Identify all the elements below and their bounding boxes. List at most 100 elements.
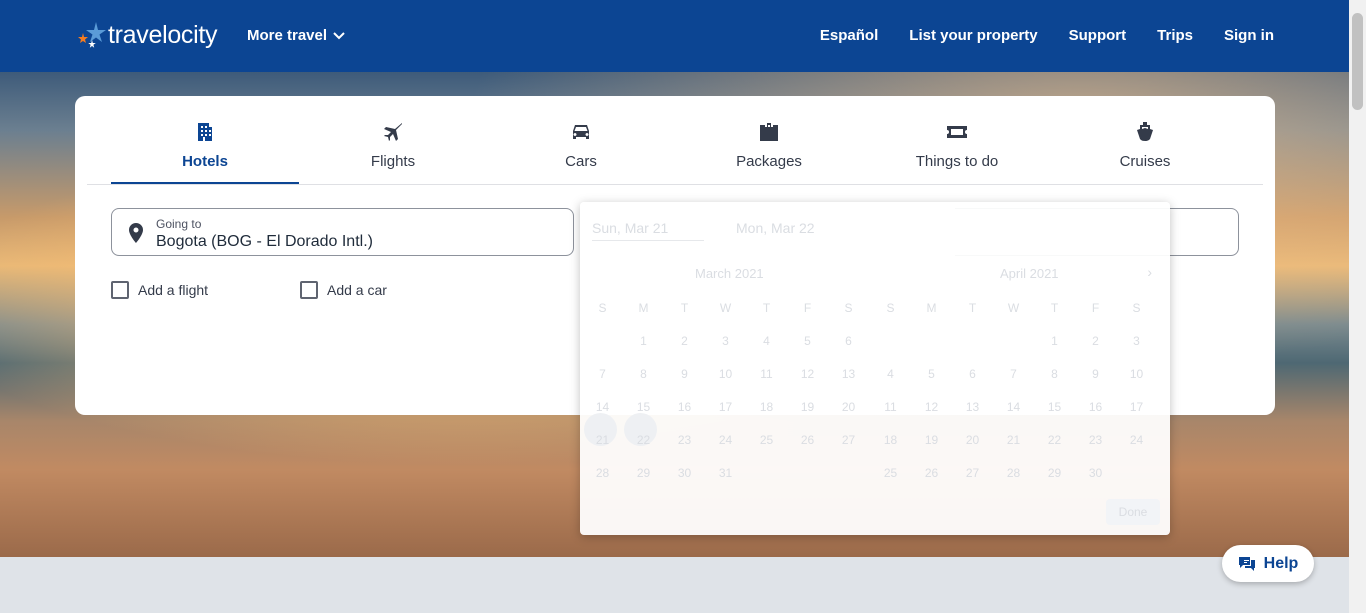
calendar-day[interactable]: 7 [582, 358, 623, 391]
end-date[interactable]: Mon, Mar 22 [736, 220, 815, 241]
calendar-day[interactable]: 8 [1034, 358, 1075, 391]
nav-trips[interactable]: Trips [1157, 27, 1193, 44]
search-tabs: Hotels Flights Cars Packages Things to d… [87, 96, 1263, 185]
calendar-day[interactable]: 24 [705, 424, 746, 457]
calendar-day[interactable]: 1 [623, 325, 664, 358]
calendar-day[interactable]: 27 [952, 457, 993, 490]
calendar-day[interactable]: 15 [623, 391, 664, 424]
tab-cars[interactable]: Cars [487, 96, 675, 184]
calendar-day[interactable]: 11 [870, 391, 911, 424]
calendar-day[interactable]: 19 [787, 391, 828, 424]
calendar-day[interactable]: 5 [911, 358, 952, 391]
calendar-day[interactable]: 22 [623, 424, 664, 457]
calendar-day[interactable]: 30 [664, 457, 705, 490]
calendar-day[interactable]: 12 [911, 391, 952, 424]
calendar-day[interactable]: 26 [911, 457, 952, 490]
calendar-day[interactable]: 17 [705, 391, 746, 424]
calendar-day[interactable]: 23 [1075, 424, 1116, 457]
chat-icon [1238, 556, 1255, 571]
calendar-day[interactable]: 11 [746, 358, 787, 391]
tab-flights[interactable]: Flights [299, 96, 487, 184]
calendar-day [582, 325, 623, 358]
calendar-day[interactable]: 28 [993, 457, 1034, 490]
calendar-day[interactable]: 24 [1116, 424, 1157, 457]
checkbox-box[interactable] [111, 281, 129, 299]
calendar-day[interactable]: 29 [1034, 457, 1075, 490]
tab-cruises[interactable]: Cruises [1051, 96, 1239, 184]
calendar-day[interactable]: 14 [582, 391, 623, 424]
calendar-day[interactable]: 20 [828, 391, 869, 424]
calendar-day[interactable]: 3 [705, 325, 746, 358]
calendar-day[interactable]: 9 [1075, 358, 1116, 391]
calendar-day[interactable]: 21 [993, 424, 1034, 457]
calendar-day[interactable]: 9 [664, 358, 705, 391]
calendar-day[interactable]: 12 [787, 358, 828, 391]
calendar-day[interactable]: 19 [911, 424, 952, 457]
add-flight-checkbox[interactable]: Add a flight [111, 281, 208, 299]
calendar-day[interactable]: 25 [870, 457, 911, 490]
more-travel-menu[interactable]: More travel [247, 27, 345, 44]
page-scrollbar[interactable] [1349, 0, 1366, 613]
calendar-day[interactable]: 10 [1116, 358, 1157, 391]
calendar-day[interactable]: 6 [952, 358, 993, 391]
calendar-day[interactable]: 10 [705, 358, 746, 391]
weekday-label: F [1091, 301, 1100, 315]
calendar-day[interactable]: 13 [828, 358, 869, 391]
weekday-label: W [1007, 301, 1020, 315]
tab-hotels[interactable]: Hotels [111, 96, 299, 184]
nav-support[interactable]: Support [1069, 27, 1127, 44]
calendar-day[interactable]: 4 [746, 325, 787, 358]
done-button[interactable]: Done [1106, 499, 1160, 525]
location-pin-icon [129, 223, 143, 243]
calendar-day[interactable]: 13 [952, 391, 993, 424]
travelocity-logo[interactable]: travelocity [76, 20, 218, 50]
calendar-day[interactable]: 4 [870, 358, 911, 391]
calendar-day[interactable]: 20 [952, 424, 993, 457]
weekday-label: M [638, 301, 649, 315]
calendar-day[interactable]: 30 [1075, 457, 1116, 490]
calendar-day[interactable]: 27 [828, 424, 869, 457]
calendar-day[interactable]: 7 [993, 358, 1034, 391]
checkbox-box[interactable] [300, 281, 318, 299]
calendar-day [993, 325, 1034, 358]
calendar-day[interactable]: 5 [787, 325, 828, 358]
calendar-day[interactable]: 2 [1075, 325, 1116, 358]
calendar-day[interactable]: 6 [828, 325, 869, 358]
calendar-day[interactable]: 1 [1034, 325, 1075, 358]
nav-list-property[interactable]: List your property [909, 27, 1037, 44]
next-month-icon[interactable]: › [1147, 264, 1152, 280]
calendar-day[interactable]: 18 [870, 424, 911, 457]
weekday-label: S [1132, 301, 1141, 315]
calendar-day[interactable]: 16 [664, 391, 705, 424]
calendar-day[interactable]: 23 [664, 424, 705, 457]
calendar-day[interactable]: 31 [705, 457, 746, 490]
scrollbar-thumb[interactable] [1352, 13, 1363, 110]
calendar-day[interactable]: 17 [1116, 391, 1157, 424]
weekday-label: T [1050, 301, 1059, 315]
start-date[interactable]: Sun, Mar 21 [592, 220, 704, 241]
calendar-day[interactable]: 22 [1034, 424, 1075, 457]
calendar-day[interactable]: 18 [746, 391, 787, 424]
tab-things-to-do[interactable]: Things to do [863, 96, 1051, 184]
calendar-day[interactable]: 14 [993, 391, 1034, 424]
nav-espanol[interactable]: Español [820, 27, 878, 44]
add-car-checkbox[interactable]: Add a car [300, 281, 387, 299]
calendar-day[interactable]: 29 [623, 457, 664, 490]
calendar-day[interactable]: 15 [1034, 391, 1075, 424]
calendar-day[interactable]: 26 [787, 424, 828, 457]
calendar-day[interactable]: 28 [582, 457, 623, 490]
left-month-title: March 2021 [695, 266, 764, 281]
calendar-day[interactable]: 25 [746, 424, 787, 457]
weekday-label: M [926, 301, 937, 315]
weekday-label: S [844, 301, 853, 315]
calendar-day[interactable]: 21 [582, 424, 623, 457]
calendar-day[interactable]: 16 [1075, 391, 1116, 424]
nav-sign-in[interactable]: Sign in [1224, 27, 1274, 44]
calendar-day[interactable]: 3 [1116, 325, 1157, 358]
calendar-day[interactable]: 2 [664, 325, 705, 358]
calendar-day[interactable]: 8 [623, 358, 664, 391]
header-nav: Español List your property Support Trips… [820, 27, 1274, 44]
tab-packages[interactable]: Packages [675, 96, 863, 184]
help-button[interactable]: Help [1222, 545, 1314, 582]
destination-field[interactable]: Going to Bogota (BOG - El Dorado Intl.) [111, 208, 574, 256]
